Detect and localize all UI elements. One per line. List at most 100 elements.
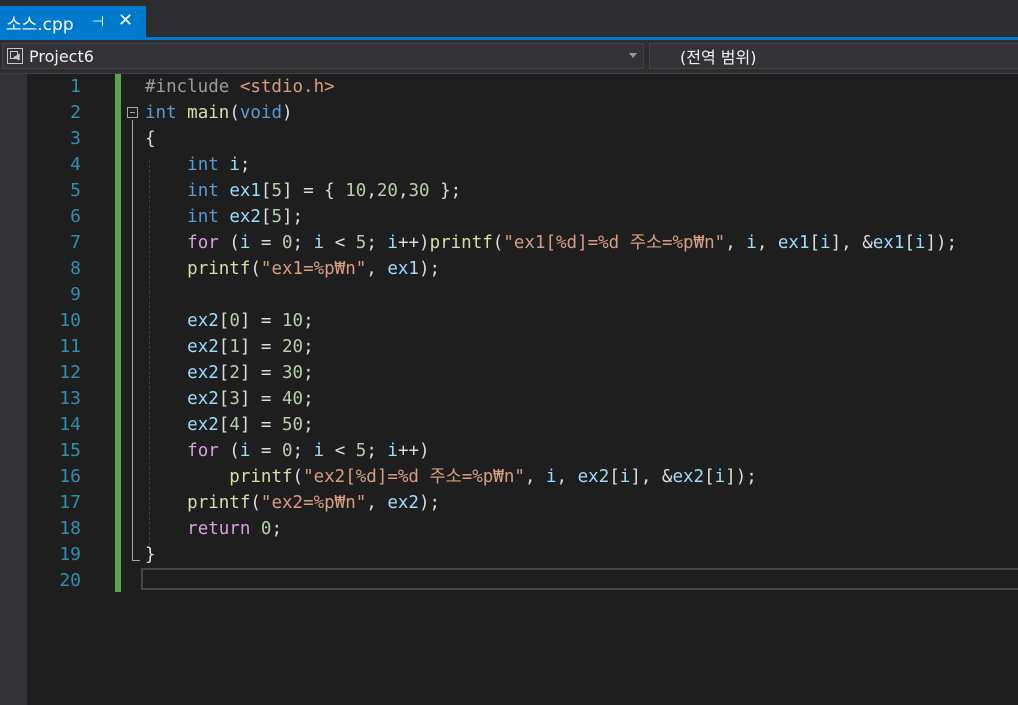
code-token: }: [145, 545, 156, 565]
code-token: ex1: [872, 233, 905, 253]
code-token: ;: [366, 441, 388, 461]
code-token: i: [229, 155, 240, 175]
code-line[interactable]: ex2[3] = 40;: [145, 386, 314, 412]
code-token: ], &: [630, 467, 673, 487]
code-token: ;: [271, 519, 283, 539]
code-line[interactable]: printf("ex2[%d]=%d 주소=%p₩n", i, ex2[i], …: [145, 464, 757, 490]
code-line[interactable]: ex2[4] = 50;: [145, 412, 314, 438]
scope-dropdown[interactable]: (전역 범위): [649, 43, 1018, 69]
code-token: 2: [229, 363, 240, 383]
collapse-icon[interactable]: [127, 107, 138, 118]
code-token: =: [250, 233, 282, 253]
code-token: 30: [282, 363, 304, 383]
code-token: ] =: [239, 363, 283, 383]
code-token: (: [250, 259, 261, 279]
code-token: #include: [145, 77, 240, 97]
code-line[interactable]: ex2[2] = 30;: [145, 360, 314, 386]
code-token: ;: [303, 389, 314, 409]
code-token: [: [218, 337, 230, 357]
code-token: "ex1=%p₩n": [260, 259, 367, 279]
code-token: int: [187, 207, 219, 227]
pin-icon[interactable]: ⊣: [92, 14, 104, 30]
code-token: [: [218, 311, 230, 331]
code-line[interactable]: for (i = 0; i < 5; i++)printf("ex1[%d]=%…: [145, 230, 957, 256]
scope-label: (전역 범위): [680, 48, 757, 67]
line-number: 6: [70, 206, 81, 227]
line-number: 4: [70, 154, 81, 175]
line-number: 2: [70, 102, 81, 123]
tab-source-cpp[interactable]: 소스.cpp ⊣ ✕: [0, 6, 146, 38]
line-number: 12: [59, 362, 81, 383]
code-token: ;: [303, 415, 314, 435]
code-token: ,: [756, 233, 778, 253]
close-icon[interactable]: ✕: [118, 10, 133, 32]
code-token: =: [250, 441, 282, 461]
code-line[interactable]: int main(void): [145, 100, 293, 126]
code-token: );: [418, 259, 441, 279]
code-token: i: [619, 467, 631, 487]
code-token: "ex2=%p₩n": [260, 493, 367, 513]
code-token: ] =: [239, 389, 283, 409]
code-token: ex1: [777, 233, 810, 253]
code-token: 0: [282, 441, 293, 461]
code-token: {: [145, 129, 156, 149]
code-line[interactable]: printf("ex1=%p₩n", ex1);: [145, 256, 440, 282]
code-token: ex2: [187, 415, 219, 435]
code-token: (: [218, 441, 240, 461]
code-line[interactable]: printf("ex2=%p₩n", ex2);: [145, 490, 440, 516]
code-token: ] = {: [282, 181, 346, 201]
code-token: ;: [239, 155, 251, 175]
code-token: ex2: [387, 493, 419, 513]
code-token: i: [239, 233, 251, 253]
code-token: ): [282, 103, 293, 123]
code-token: ,: [524, 467, 546, 487]
line-number: 19: [59, 544, 81, 565]
code-line[interactable]: int i;: [145, 152, 250, 178]
code-token: (: [229, 103, 240, 123]
line-number: 9: [70, 284, 81, 305]
code-token: <stdio.h>: [239, 77, 335, 97]
code-token: [: [260, 207, 272, 227]
tab-title: 소스.cpp: [6, 14, 74, 35]
code-line[interactable]: for (i = 0; i < 5; i++): [145, 438, 429, 464]
change-tracking-bar: [115, 74, 121, 592]
code-token: [: [218, 363, 230, 383]
code-token: ] =: [239, 337, 283, 357]
code-token: ;: [303, 363, 314, 383]
code-token: ex2: [187, 311, 219, 331]
line-number: 1: [70, 76, 81, 97]
code-line[interactable]: return 0;: [145, 516, 282, 542]
code-token: ex1: [229, 181, 261, 201]
project-label: Project6: [29, 46, 94, 66]
code-token: ex2: [577, 467, 610, 487]
code-line[interactable]: }: [145, 542, 156, 568]
code-token: i: [546, 467, 557, 487]
code-line[interactable]: ex2[0] = 10;: [145, 308, 313, 334]
code-token: [: [704, 467, 715, 487]
code-line[interactable]: int ex1[5] = { 10,20,30 };: [145, 178, 461, 204]
code-line[interactable]: ex2[1] = 20;: [145, 334, 313, 360]
line-number: 3: [70, 128, 81, 149]
code-line[interactable]: int ex2[5];: [145, 204, 303, 230]
chevron-down-icon[interactable]: [629, 53, 637, 58]
code-token: 5: [355, 441, 367, 461]
code-line[interactable]: #include <stdio.h>: [145, 74, 335, 100]
code-token: 20: [376, 181, 398, 201]
project-dropdown[interactable]: Project6: [2, 43, 644, 69]
code-editor[interactable]: 1 2 3 4 5 6 7 8 9 10 11 12 13 14 15 16 17 18 19 20 #include …: [0, 74, 1018, 705]
navigation-bar: Project6 (전역 범위): [0, 40, 1018, 74]
code-token: [: [218, 389, 230, 409]
code-token: ex2: [187, 389, 219, 409]
code-line[interactable]: {: [145, 126, 156, 152]
code-token: ] =: [239, 415, 283, 435]
code-token: 10: [345, 181, 367, 201]
code-token: "ex1[%d]=%d 주소=%p₩n": [503, 233, 726, 253]
